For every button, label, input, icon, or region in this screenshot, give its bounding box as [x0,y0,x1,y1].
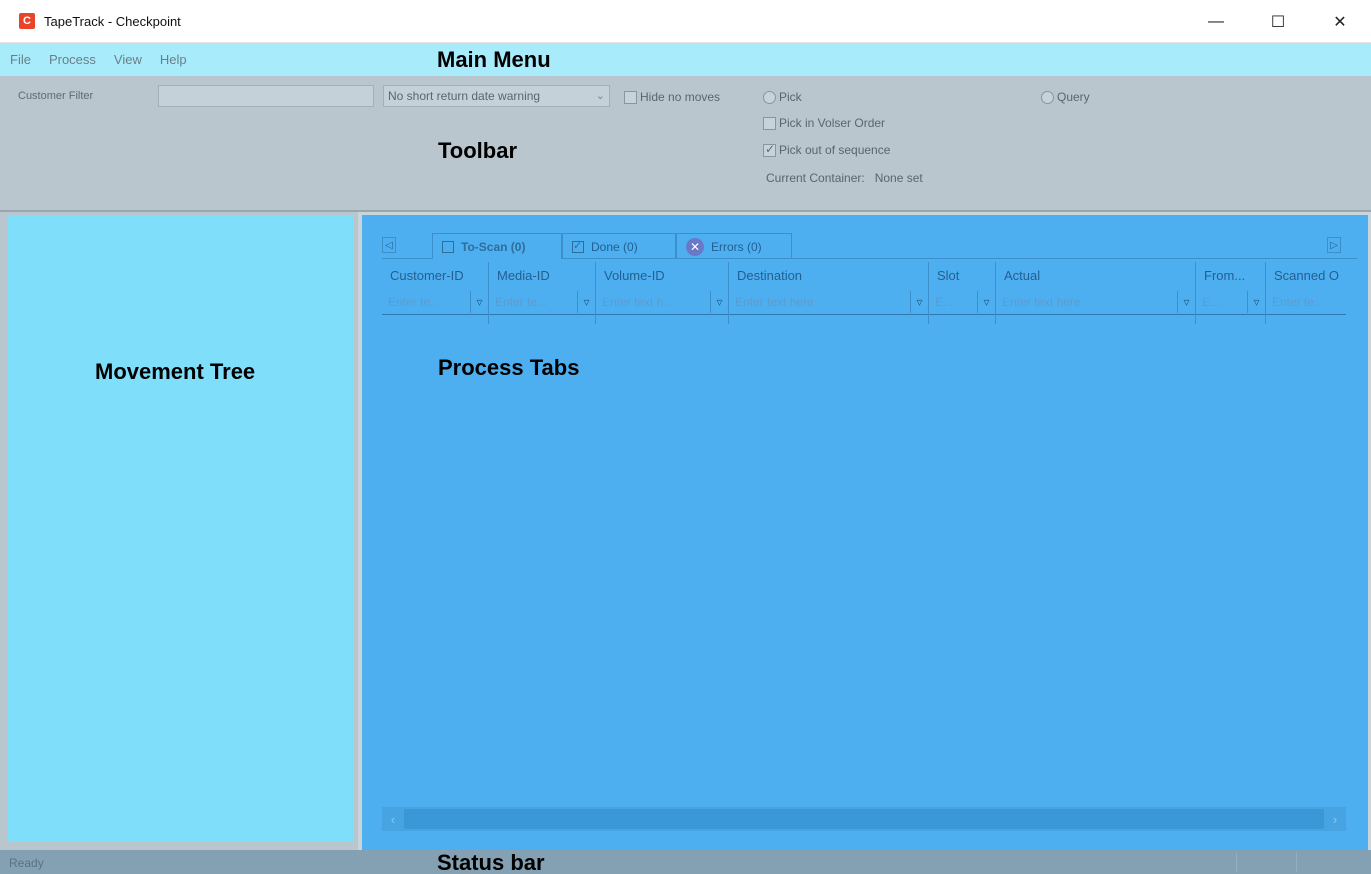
column-from[interactable]: From... E... ▿ [1196,262,1266,324]
customer-filter-input[interactable] [158,85,374,107]
process-tabs-annotation: Process Tabs [438,355,580,380]
tab-scroll-right-icon[interactable]: ▷ [1327,237,1341,253]
return-warning-value: No short return date warning [388,89,541,103]
filter-icon[interactable]: ▿ [910,291,928,313]
column-header[interactable]: Media-ID [489,268,550,283]
radio-icon [763,90,776,104]
return-warning-select[interactable]: No short return date warning ⌄ [383,85,610,107]
app-icon: C [19,13,35,29]
filter-icon[interactable]: ▿ [577,291,595,313]
tab-label: To-Scan (0) [461,239,526,254]
checkbox-icon [624,90,637,104]
tab-to-scan[interactable]: To-Scan (0) [432,233,562,259]
error-icon: ✕ [686,237,704,256]
toolbar-annotation: Toolbar [438,138,518,163]
query-label: Query [1057,90,1090,104]
menu-help[interactable]: Help [151,52,196,67]
column-customer-id[interactable]: Customer-ID Enter te... ▿ [382,262,489,324]
column-media-id[interactable]: Media-ID Enter te... ▿ [489,262,596,324]
hide-no-moves-checkbox[interactable]: Hide no moves [624,90,720,104]
tab-strip: ◁ To-Scan (0) Done (0) ✕ Errors (0) ▷ [382,233,1357,259]
query-radio[interactable]: Query [1041,90,1090,104]
chevron-down-icon: ⌄ [595,90,605,102]
filter-icon[interactable]: ▿ [1177,291,1195,313]
title-bar: C TapeTrack - Checkpoint — ☐ ✕ [0,0,1371,43]
scroll-right-icon[interactable]: › [1324,812,1346,827]
horizontal-scrollbar[interactable]: ‹ › [382,807,1346,831]
column-filter-input[interactable]: Enter text h... [596,291,728,315]
filter-icon[interactable]: ▿ [977,291,995,313]
column-actual[interactable]: Actual Enter text here ▿ [996,262,1196,324]
pick-out-of-sequence-checkbox[interactable]: Pick out of sequence [763,142,891,157]
menu-process[interactable]: Process [40,52,105,67]
column-header[interactable]: Volume-ID [596,268,665,283]
tab-done[interactable]: Done (0) [562,233,676,259]
checked-box-icon [763,142,776,157]
pick-radio[interactable]: Pick [763,90,802,104]
filter-icon[interactable]: ▿ [710,291,728,313]
tab-label: Done (0) [591,239,638,254]
close-button[interactable]: ✕ [1309,0,1371,43]
current-container-label: Current Container: [766,171,865,185]
status-bar: Ready Status bar [0,850,1371,874]
process-tabs-pane: ◁ To-Scan (0) Done (0) ✕ Errors (0) ▷ Cu… [358,212,1371,850]
status-bar-annotation: Status bar [437,850,545,874]
toolbar: Customer Filter No short return date war… [0,76,1371,212]
scrollbar-thumb[interactable] [404,809,1324,829]
checked-box-icon [572,239,584,253]
column-destination[interactable]: Destination Enter text here ▿ [729,262,929,324]
column-filter-input[interactable]: Enter text here [996,291,1195,315]
column-header[interactable]: Scanned O [1266,268,1339,283]
tab-errors[interactable]: ✕ Errors (0) [676,233,792,259]
checkbox-icon [763,116,776,130]
column-header[interactable]: Slot [929,268,959,283]
tab-label: Errors (0) [711,239,762,254]
column-scanned-on[interactable]: Scanned O Enter te... [1266,262,1346,324]
checkbox-icon [442,240,454,253]
column-slot[interactable]: Slot E... ▿ [929,262,996,324]
menu-file[interactable]: File [0,52,40,67]
hide-no-moves-label: Hide no moves [640,90,721,104]
column-header[interactable]: Actual [996,268,1040,283]
tab-scroll-left-icon[interactable]: ◁ [382,237,396,253]
scroll-left-icon[interactable]: ‹ [382,812,404,827]
scan-grid: Customer-ID Enter te... ▿ Media-ID Enter… [382,262,1346,324]
status-text: Ready [9,856,44,870]
status-divider [1296,852,1297,872]
main-menu-annotation: Main Menu [437,47,551,72]
column-header[interactable]: Destination [729,268,802,283]
window-title: TapeTrack - Checkpoint [44,13,181,29]
pick-out-of-sequence-label: Pick out of sequence [779,143,891,157]
movement-tree-annotation: Movement Tree [95,359,256,384]
pick-label: Pick [779,90,802,104]
pick-in-volser-order-label: Pick in Volser Order [779,116,886,130]
current-container-value: None set [874,171,923,185]
column-filter-input[interactable]: Enter text here [729,291,928,315]
column-filter-input[interactable]: Enter te... [1266,291,1346,315]
filter-icon[interactable]: ▿ [1247,291,1265,313]
current-container: Current Container: None set [766,171,923,185]
movement-tree[interactable]: Movement Tree [0,212,358,850]
window-controls: — ☐ ✕ [1185,0,1371,43]
main-menu: File Process View Help Main Menu [0,43,1371,76]
menu-view[interactable]: View [105,52,151,67]
pick-in-volser-order-checkbox[interactable]: Pick in Volser Order [763,116,885,130]
column-volume-id[interactable]: Volume-ID Enter text h... ▿ [596,262,729,324]
column-header[interactable]: Customer-ID [382,268,464,283]
maximize-button[interactable]: ☐ [1247,0,1309,43]
filter-icon[interactable]: ▿ [470,291,488,313]
status-divider [1236,852,1237,872]
column-header[interactable]: From... [1196,268,1245,283]
minimize-button[interactable]: — [1185,0,1247,43]
radio-icon [1041,90,1054,104]
customer-filter-label: Customer Filter [18,90,94,102]
